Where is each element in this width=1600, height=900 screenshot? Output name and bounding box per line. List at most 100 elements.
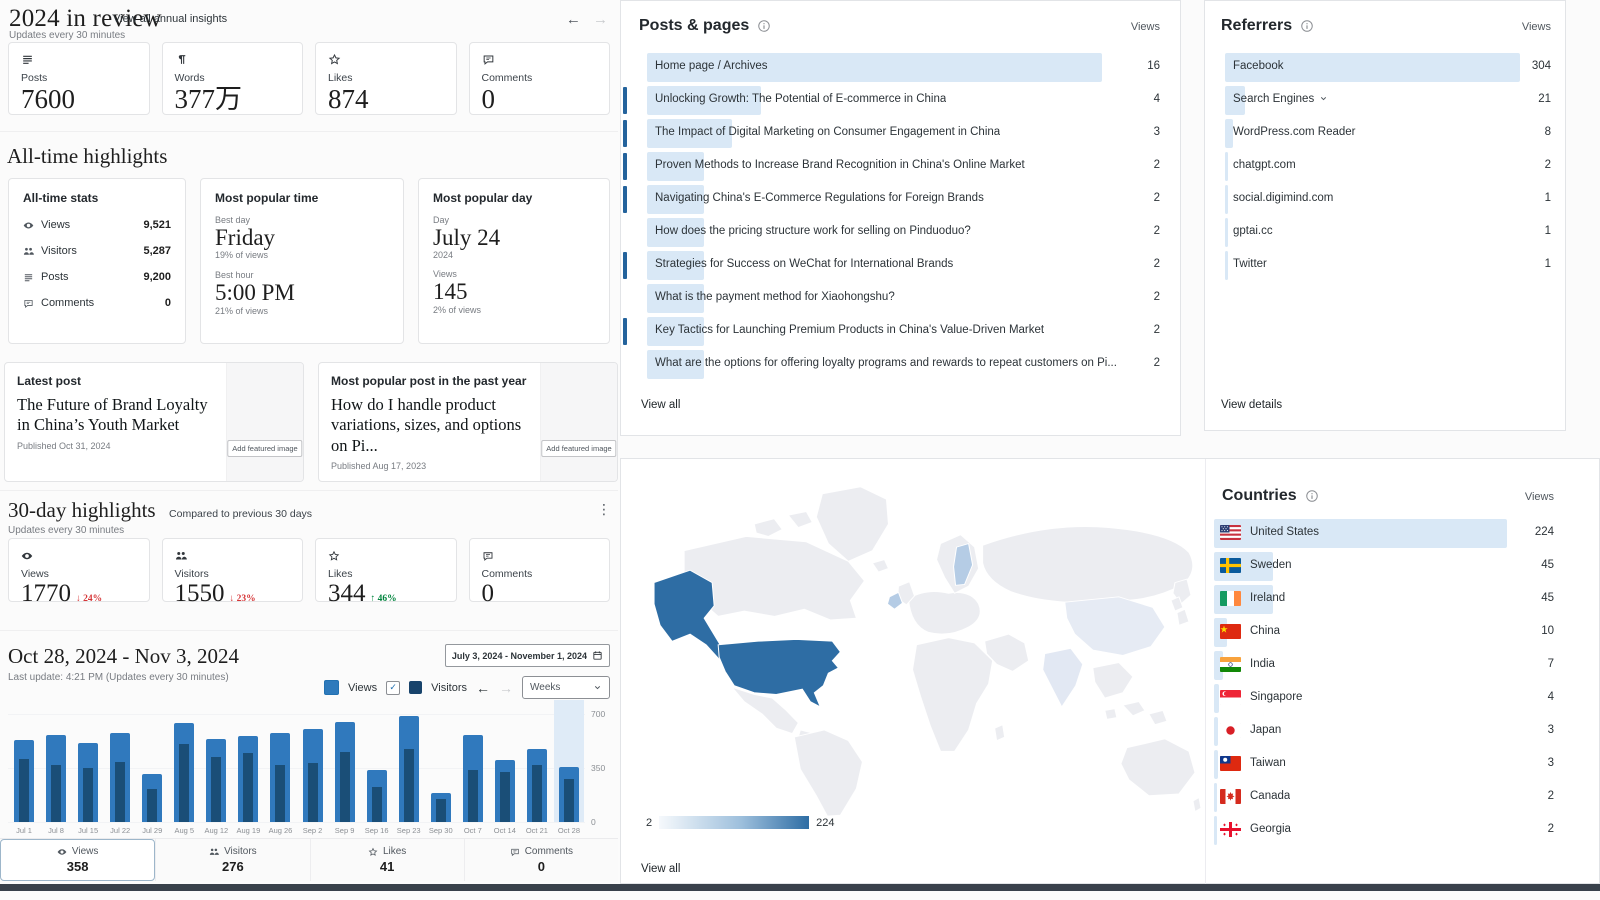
visitors-bar[interactable] [211, 757, 221, 822]
post-row[interactable]: How does the pricing structure work for … [621, 216, 1180, 249]
visitors-bar[interactable] [564, 779, 574, 822]
chart-prev-arrow-icon[interactable]: ← [476, 680, 490, 696]
kebab-menu-icon[interactable]: ⋮ [597, 501, 611, 518]
referrer-row[interactable]: social.digimind.com1 [1205, 183, 1565, 216]
post-views: 2 [1154, 324, 1160, 336]
country-row[interactable]: United States224 [1206, 517, 1600, 550]
post-views: 2 [1154, 225, 1160, 237]
post-row[interactable]: The Impact of Digital Marketing on Consu… [621, 117, 1180, 150]
annual-insights-link[interactable]: View all annual insights [113, 13, 227, 25]
visitors-bar[interactable] [179, 744, 189, 822]
visitors-bar[interactable] [308, 763, 318, 822]
add-featured-image-button[interactable]: Add featured image [227, 440, 302, 457]
post-row[interactable]: Key Tactics for Launching Premium Produc… [621, 315, 1180, 348]
post-row[interactable]: Proven Methods to Increase Brand Recogni… [621, 150, 1180, 183]
x-axis-label: Sep 16 [361, 826, 393, 835]
referrer-row[interactable]: WordPress.com Reader8 [1205, 117, 1565, 150]
visitors-bar[interactable] [19, 759, 29, 822]
country-row[interactable]: Japan3 [1206, 715, 1600, 748]
post-row[interactable]: Navigating China's E-Commerce Regulation… [621, 183, 1180, 216]
summary-card-words: Words377万 [162, 42, 304, 115]
visitors-bar[interactable] [83, 768, 93, 822]
visitors-bar[interactable] [275, 765, 285, 822]
countries-header: Countries [1222, 487, 1319, 505]
chart-tab-views[interactable]: Views358 [0, 839, 155, 881]
visitors-bar[interactable] [500, 772, 510, 822]
date-range-button[interactable]: July 3, 2024 - November 1, 2024 [445, 644, 610, 667]
country-row[interactable]: Canada2 [1206, 781, 1600, 814]
referrer-row[interactable]: Facebook304 [1205, 51, 1565, 84]
info-icon[interactable] [1300, 19, 1314, 33]
country-row[interactable]: Georgia2 [1206, 814, 1600, 847]
country-row[interactable]: Taiwan3 [1206, 748, 1600, 781]
referrer-row[interactable]: Search Engines21 [1205, 84, 1565, 117]
visitors-bar[interactable] [372, 787, 382, 822]
best-day-label: Best day [215, 215, 389, 225]
country-row[interactable]: Ireland45 [1206, 583, 1600, 616]
x-axis-label: Sep 30 [425, 826, 457, 835]
post-row[interactable]: What are the options for offering loyalt… [621, 348, 1180, 381]
country-row[interactable]: China10 [1206, 616, 1600, 649]
chart-tab-comments[interactable]: Comments0 [464, 839, 618, 881]
post-open-marker [623, 186, 627, 213]
map-legend-max: 224 [816, 817, 834, 829]
eye-icon [57, 847, 67, 857]
post-row[interactable]: What is the payment method for Xiaohongs… [621, 282, 1180, 315]
featured-post-card[interactable]: Latest postThe Future of Brand Loyalty i… [4, 362, 304, 482]
post-row[interactable]: Home page / Archives16 [621, 51, 1180, 84]
info-icon[interactable] [1305, 489, 1319, 503]
chart-tab-likes[interactable]: Likes41 [310, 839, 464, 881]
map-legend: 2 224 [646, 816, 834, 829]
country-row[interactable]: Sweden45 [1206, 550, 1600, 583]
world-map[interactable] [626, 469, 1202, 817]
country-row[interactable]: Singapore4 [1206, 682, 1600, 715]
referrer-row[interactable]: chatgpt.com2 [1205, 150, 1565, 183]
referrer-label: Twitter [1233, 258, 1267, 270]
referrers-list: Facebook304Search Engines21WordPress.com… [1205, 51, 1565, 282]
referrer-row[interactable]: gptai.cc1 [1205, 216, 1565, 249]
arrow-left-icon[interactable]: ← [566, 11, 581, 28]
flag-icon-ge [1220, 822, 1241, 837]
visitors-bar[interactable] [51, 765, 61, 822]
people-icon [175, 550, 187, 562]
visitors-bar[interactable] [468, 770, 478, 822]
info-icon[interactable] [757, 19, 771, 33]
country-name: Sweden [1250, 559, 1292, 571]
country-row[interactable]: India7 [1206, 649, 1600, 682]
arrow-right-icon[interactable]: → [593, 11, 608, 28]
country-views: 2 [1548, 790, 1554, 802]
x-axis-label: Jul 8 [40, 826, 72, 835]
map-legend-gradient [659, 816, 809, 829]
chart-next-arrow-icon[interactable]: → [499, 680, 513, 696]
visitors-bar[interactable] [115, 762, 125, 822]
visitors-bar[interactable] [404, 749, 414, 822]
visitors-bar[interactable] [340, 752, 350, 822]
period-dropdown[interactable]: Weeks [522, 676, 610, 699]
chart-tab-visitors[interactable]: Visitors276 [155, 839, 309, 881]
post-row[interactable]: Strategies for Success on WeChat for Int… [621, 249, 1180, 282]
posts-pages-view-all-link[interactable]: View all [641, 399, 680, 411]
visitors-bar[interactable] [436, 799, 446, 822]
summary-card-label: Comments [482, 72, 598, 84]
referrers-view-details-link[interactable]: View details [1221, 399, 1282, 411]
visitors-bar[interactable] [532, 765, 542, 822]
country-name: India [1250, 658, 1275, 670]
featured-post-card[interactable]: Most popular post in the past yearHow do… [318, 362, 618, 482]
summary-card-label: Posts [21, 72, 137, 84]
visitors-bar[interactable] [243, 753, 253, 822]
thirty-day-card-value: 0 [482, 581, 598, 607]
summary-card-likes: Likes874 [315, 42, 457, 115]
stat-label: Posts [41, 271, 69, 283]
countries-view-all-link[interactable]: View all [641, 863, 680, 875]
visitors-bar[interactable] [147, 789, 157, 822]
referrer-row[interactable]: Twitter1 [1205, 249, 1565, 282]
posts-icon [21, 53, 34, 66]
visitors-checkbox[interactable]: ✓ [386, 681, 400, 695]
post-row[interactable]: Unlocking Growth: The Potential of E-com… [621, 84, 1180, 117]
x-axis-label: Jul 29 [136, 826, 168, 835]
all-time-heading: All-time highlights [7, 144, 167, 169]
add-featured-image-button[interactable]: Add featured image [541, 440, 616, 457]
thirty-day-card-label: Views [21, 568, 137, 580]
chevron-down-icon[interactable] [1319, 94, 1328, 103]
most-popular-time-card: Most popular time Best day Friday 19% of… [200, 178, 404, 344]
